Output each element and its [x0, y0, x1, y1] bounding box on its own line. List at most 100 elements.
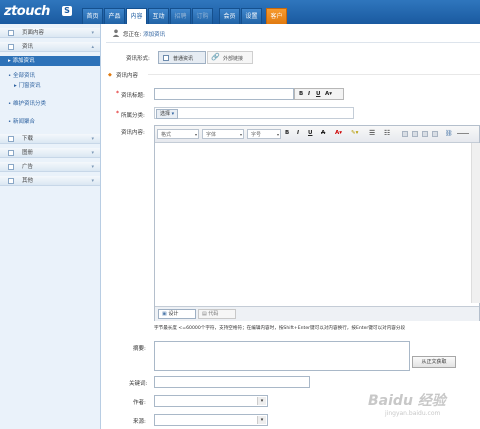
size-select-value: 字号	[251, 132, 262, 138]
title-format-toolbar: B I U A▾	[294, 88, 344, 100]
sidebar: 页面内容 ▾ 资讯 ▴ ▸ 添加资讯 • 全部资讯 ▸ 门窗资讯 • 维护资讯分…	[0, 24, 101, 429]
chevron-down-icon: ▾	[239, 132, 242, 137]
sidebar-group-gallery[interactable]: 图册 ▾	[0, 148, 100, 158]
strikethrough-button[interactable]: A	[321, 130, 325, 136]
summary-textarea[interactable]	[154, 341, 410, 371]
app-logo: ztouch	[4, 4, 50, 19]
source-input[interactable]: ▾	[154, 414, 268, 426]
sidebar-group-news[interactable]: 资讯 ▴	[0, 42, 100, 52]
bold-button[interactable]: B	[285, 130, 289, 136]
sidebar-group-label: 页面内容	[22, 30, 45, 36]
title-input[interactable]	[154, 88, 294, 100]
font-select[interactable]: 字体 ▾	[202, 129, 244, 139]
sidebar-item-news-aggregation[interactable]: • 新闻聚合	[0, 117, 100, 127]
sidebar-group-other[interactable]: 其他 ▾	[0, 176, 100, 186]
tab-content[interactable]: 内容	[126, 8, 147, 24]
chevron-down-icon: ▾	[194, 132, 197, 137]
sidebar-item-add-news[interactable]: ▸ 添加资讯	[0, 56, 100, 66]
align-left-icon[interactable]	[402, 131, 408, 137]
tab-interaction[interactable]: 互动	[148, 8, 169, 24]
bullet-icon: •	[8, 101, 12, 107]
page-icon	[8, 30, 14, 36]
sidebar-item-all-news[interactable]: • 全部资讯	[0, 71, 100, 81]
other-icon	[8, 178, 14, 184]
unordered-list-icon[interactable]: ☷	[384, 129, 390, 137]
document-icon	[163, 55, 169, 61]
category-select-button[interactable]: 选择 ▾	[156, 109, 179, 119]
type-label: 资讯形式:	[126, 56, 150, 62]
dropdown-arrow-icon[interactable]: ▾	[257, 397, 266, 405]
breadcrumb-prefix: 您正在:	[123, 32, 142, 38]
logo-badge: S	[62, 6, 72, 16]
sidebar-group-download[interactable]: 下载 ▾	[0, 134, 100, 144]
tab-recruit[interactable]: 招聘	[170, 8, 191, 24]
tab-order[interactable]: 订购	[192, 8, 213, 24]
align-right-icon[interactable]	[422, 131, 428, 137]
top-header: ztouch S 首页 产品 内容 互动 招聘 订购 会员 设置 客户	[0, 0, 480, 24]
editor-toolbar: 格式 ▾ 字体 ▾ 字号 ▾ B I U A A▾ ✎▾ ☰ ☷ ⛓	[155, 126, 479, 143]
category-field[interactable]: 选择 ▾	[154, 107, 354, 119]
editor-scrollbar[interactable]	[471, 143, 480, 303]
italic-button[interactable]: I	[308, 91, 310, 97]
sidebar-item-label: 门窗资讯	[18, 83, 41, 89]
bullet-icon: ▸	[8, 58, 11, 64]
link-icon[interactable]: ⛓	[445, 130, 453, 137]
bold-button[interactable]: B	[299, 91, 303, 97]
tab-members[interactable]: 会员	[219, 8, 240, 24]
sidebar-group-label: 广告	[22, 164, 34, 170]
design-tab-label: 设计	[168, 311, 179, 317]
tab-settings[interactable]: 设置	[241, 8, 262, 24]
summary-label: 摘要:	[133, 346, 146, 352]
divider	[148, 74, 480, 75]
ordered-list-icon[interactable]: ☰	[369, 129, 375, 137]
align-center-icon[interactable]	[412, 131, 418, 137]
dropdown-arrow-icon[interactable]: ▾	[257, 416, 266, 424]
sidebar-group-label: 其他	[22, 178, 34, 184]
tab-home[interactable]: 首页	[82, 8, 103, 24]
get-from-content-button[interactable]: 从正文获取	[412, 356, 456, 368]
chevron-down-icon: ▾	[91, 136, 94, 142]
breadcrumb-current[interactable]: 添加资讯	[143, 32, 165, 38]
font-color-icon[interactable]: A▾	[335, 130, 342, 136]
design-icon: ▣	[162, 311, 167, 317]
align-justify-icon[interactable]	[432, 131, 438, 137]
type-normal-label: 普通资讯	[173, 56, 194, 62]
author-label: 作者:	[133, 400, 146, 406]
size-select[interactable]: 字号 ▾	[247, 129, 281, 139]
sidebar-group-label: 资讯	[22, 44, 34, 50]
design-tab[interactable]: ▣ 设计	[158, 309, 196, 319]
type-external-label: 外部链接	[223, 56, 244, 62]
style-select[interactable]: 格式 ▾	[157, 129, 199, 139]
breadcrumb: 您正在: 添加资讯	[123, 30, 165, 38]
type-external-button[interactable]: 🔗 外部链接	[207, 51, 253, 64]
highlight-color-icon[interactable]: ✎▾	[351, 130, 358, 136]
ads-icon	[8, 164, 14, 170]
sidebar-group-page-content[interactable]: 页面内容 ▾	[0, 28, 100, 38]
chevron-up-icon: ▴	[91, 44, 94, 50]
section-title: 资讯内容	[116, 73, 139, 79]
code-tab[interactable]: ▤ 代码	[198, 309, 236, 319]
rich-text-editor: 格式 ▾ 字体 ▾ 字号 ▾ B I U A A▾ ✎▾ ☰ ☷ ⛓ ▣ 设计	[154, 125, 480, 321]
horizontal-rule-icon[interactable]	[457, 133, 469, 134]
font-color-button[interactable]: A▾	[325, 91, 332, 97]
sidebar-item-door-window-news[interactable]: ▸ 门窗资讯	[0, 81, 100, 91]
sidebar-group-ads[interactable]: 广告 ▾	[0, 162, 100, 172]
underline-button[interactable]: U	[308, 130, 312, 136]
underline-button[interactable]: U	[316, 91, 320, 97]
sidebar-group-label: 下载	[22, 136, 34, 142]
link-icon: 🔗	[211, 53, 220, 61]
italic-button[interactable]: I	[297, 130, 299, 136]
sidebar-item-manage-categories[interactable]: • 维护资讯分类	[0, 99, 100, 109]
font-select-value: 字体	[206, 132, 217, 138]
sidebar-item-label: 添加资讯	[12, 58, 35, 64]
tab-products[interactable]: 产品	[104, 8, 125, 24]
sidebar-item-label: 维护资讯分类	[13, 101, 47, 107]
author-input[interactable]: ▾	[154, 395, 268, 407]
tab-customers[interactable]: 客户	[266, 8, 287, 24]
content-hint: 字节最长度 <=60000个字符，支持空格符；在编辑内容时，按Shift+Ent…	[154, 326, 406, 331]
type-normal-button[interactable]: 普通资讯	[158, 51, 206, 64]
code-icon: ▤	[202, 311, 207, 317]
news-icon	[8, 44, 14, 50]
keywords-label: 关键词:	[129, 381, 148, 387]
keywords-input[interactable]	[154, 376, 310, 388]
